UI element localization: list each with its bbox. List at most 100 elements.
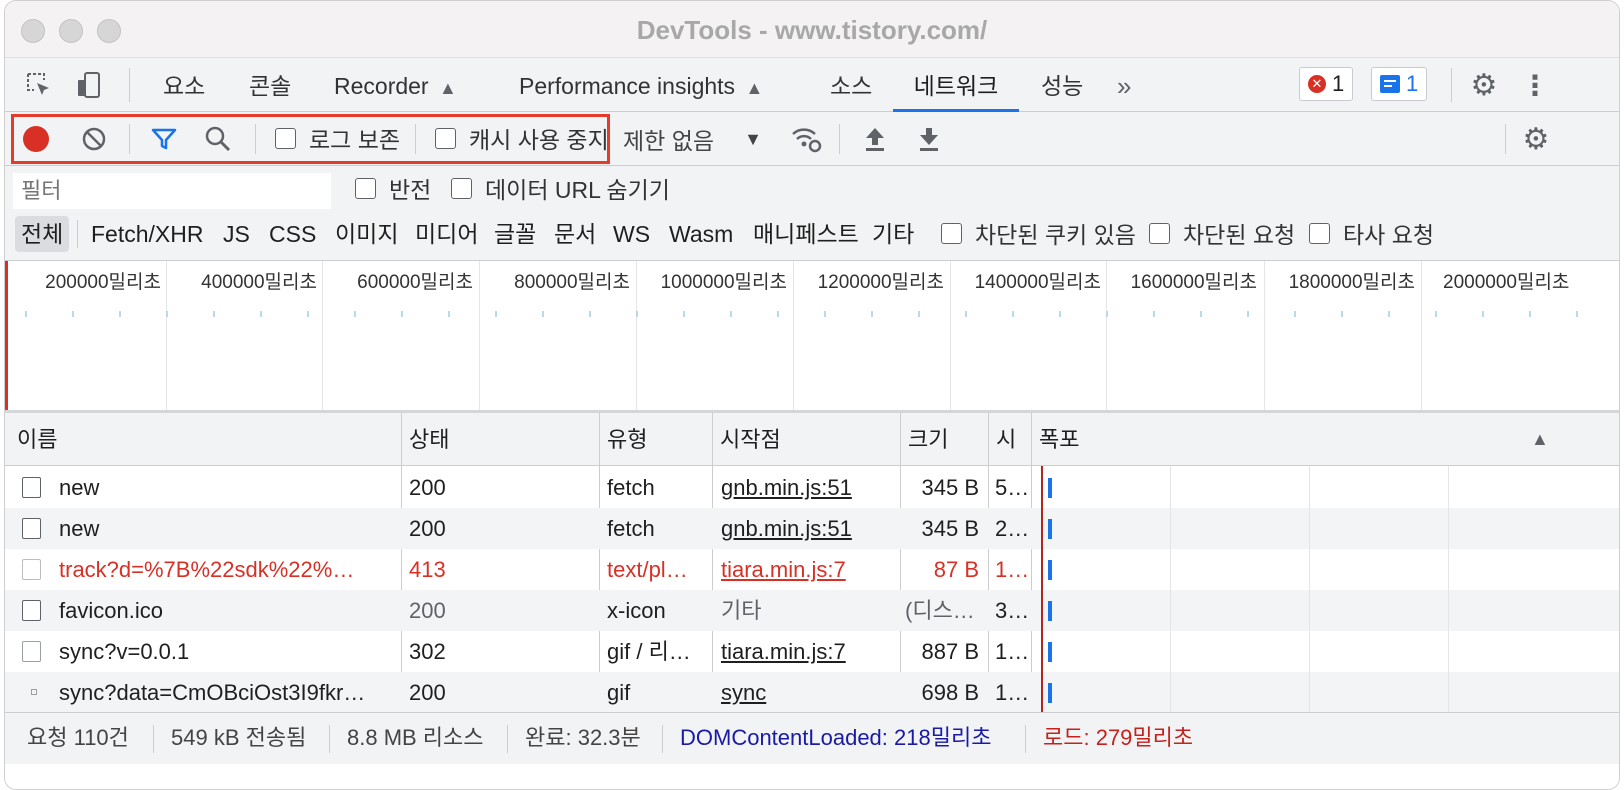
table-row[interactable]: new 200 fetch gnb.min.js:51 345 B 2…	[5, 508, 1619, 549]
import-har-upload-icon[interactable]	[861, 122, 889, 156]
more-options-kebab-icon[interactable]: ⋮	[1521, 68, 1549, 102]
request-type: fetch	[607, 475, 655, 500]
timeline-tick	[824, 311, 826, 317]
network-conditions-icon[interactable]	[789, 122, 823, 156]
sort-ascending-icon[interactable]: ▲	[1523, 413, 1549, 466]
table-row[interactable]: sync?data=CmOBciOst3I9fkr… 200 gif sync …	[5, 672, 1619, 713]
table-row[interactable]: sync?v=0.0.1 302 gif / 리… tiara.min.js:7…	[5, 631, 1619, 672]
chevron-down-icon[interactable]: ▼	[743, 126, 763, 152]
timeline-tick	[25, 311, 27, 317]
more-tabs-chevron-icon[interactable]: »	[1117, 58, 1131, 112]
tab-sources[interactable]: 소스	[830, 58, 872, 112]
throttling-select[interactable]: 제한 없음	[623, 122, 714, 156]
filter-type-css[interactable]: CSS	[269, 216, 316, 252]
request-type: x-icon	[607, 598, 666, 623]
column-type[interactable]: 유형	[599, 413, 647, 466]
request-status: 413	[409, 557, 446, 582]
column-status[interactable]: 상태	[401, 413, 449, 466]
error-count-badge[interactable]: ✕ 1	[1299, 67, 1354, 101]
title-bar: DevTools - www.tistory.com/	[5, 1, 1619, 58]
third-party-checkbox[interactable]	[1309, 223, 1330, 244]
request-initiator-link[interactable]: tiara.min.js:7	[721, 549, 891, 590]
timeline-label: 200000밀리초	[45, 272, 161, 293]
separator	[662, 725, 663, 753]
tab-recorder[interactable]: Recorder ▲	[334, 58, 457, 112]
table-row[interactable]: new 200 fetch gnb.min.js:51 345 B 5…	[5, 467, 1619, 508]
file-icon	[22, 641, 41, 662]
waterfall-bar	[1048, 478, 1052, 498]
column-time[interactable]: 시	[988, 413, 1016, 466]
settings-gear-icon[interactable]: ⚙	[1467, 68, 1501, 102]
request-size: (디스…	[905, 598, 975, 623]
request-time: 1…	[995, 639, 1029, 664]
hide-data-urls-checkbox[interactable]	[451, 178, 472, 199]
request-initiator-link[interactable]: gnb.min.js:51	[721, 467, 891, 508]
timeline-tick	[683, 311, 685, 317]
filter-type-doc[interactable]: 문서	[554, 216, 596, 252]
finish-time: 완료: 32.3분	[525, 725, 641, 750]
message-count-badge[interactable]: 1	[1371, 67, 1428, 101]
filter-type-fetch-xhr[interactable]: Fetch/XHR	[91, 216, 203, 252]
tab-performance[interactable]: 성능	[1041, 58, 1083, 112]
filter-bar: 반전 데이터 URL 숨기기 전체 Fetch/XHR JS CSS 이미지 미…	[5, 166, 1619, 261]
column-size[interactable]: 크기	[900, 413, 948, 466]
timeline-tick	[871, 311, 873, 317]
device-toolbar-icon[interactable]	[73, 69, 105, 101]
timeline-tick	[401, 311, 403, 317]
request-count: 요청 110건	[27, 725, 129, 750]
timeline-tick	[1012, 311, 1014, 317]
request-type: gif / 리…	[607, 639, 691, 664]
filter-type-wasm[interactable]: Wasm	[669, 216, 733, 252]
load-time: 로드: 279밀리초	[1043, 725, 1194, 750]
grid-line	[166, 261, 167, 410]
request-initiator-link[interactable]: tiara.min.js:7	[721, 631, 891, 672]
grid-line	[950, 261, 951, 410]
grid-line	[636, 261, 637, 410]
grid-line	[793, 261, 794, 410]
timeline-tick	[1529, 311, 1531, 317]
tab-performance-insights[interactable]: Performance insights ▲	[519, 58, 763, 112]
tab-elements[interactable]: 요소	[163, 58, 205, 112]
column-waterfall[interactable]: 폭포	[1031, 413, 1079, 466]
network-settings-gear-icon[interactable]: ⚙	[1519, 122, 1553, 156]
highlight-box	[11, 114, 610, 164]
request-type: fetch	[607, 516, 655, 541]
blocked-cookies-checkbox[interactable]	[941, 223, 962, 244]
filter-type-image[interactable]: 이미지	[335, 216, 398, 252]
export-har-download-icon[interactable]	[915, 122, 943, 156]
filter-type-js[interactable]: JS	[223, 216, 250, 252]
request-initiator: 기타	[721, 598, 762, 623]
tab-network[interactable]: 네트워크	[893, 58, 1019, 112]
request-initiator-link[interactable]: sync	[721, 672, 891, 713]
timeline-tick	[166, 311, 168, 317]
tab-console[interactable]: 콘솔	[249, 58, 291, 112]
timeline-tick	[589, 311, 591, 317]
waterfall-bar	[1048, 560, 1052, 580]
separator	[129, 68, 130, 102]
column-name[interactable]: 이름	[9, 413, 57, 466]
blocked-requests-checkbox[interactable]	[1149, 223, 1170, 244]
waterfall-grid-line	[1448, 466, 1449, 712]
inspect-element-icon[interactable]	[23, 69, 55, 101]
filter-type-manifest[interactable]: 매니페스트	[753, 216, 859, 252]
filter-type-all[interactable]: 전체	[15, 216, 70, 252]
timeline-tick	[636, 311, 638, 317]
grid-line	[1106, 261, 1107, 410]
dom-content-loaded: DOMContentLoaded: 218밀리초	[680, 725, 992, 750]
filter-type-other[interactable]: 기타	[872, 216, 914, 252]
table-row-error[interactable]: track?d=%7B%22sdk%22%… 413 text/pl… tiar…	[5, 549, 1619, 590]
main-tab-bar: 요소 콘솔 Recorder ▲ Performance insights ▲ …	[5, 58, 1619, 112]
filter-type-media[interactable]: 미디어	[415, 216, 478, 252]
filter-type-ws[interactable]: WS	[613, 216, 650, 252]
request-size: 698 B	[921, 680, 980, 705]
filter-type-font[interactable]: 글꼴	[494, 216, 536, 252]
waterfall-grid-line	[1170, 466, 1171, 712]
overview-timeline[interactable]: 200000밀리초 400000밀리초 600000밀리초 800000밀리초 …	[5, 261, 1619, 413]
filter-input[interactable]	[13, 173, 331, 209]
column-initiator[interactable]: 시작점	[712, 413, 781, 466]
request-initiator-link[interactable]: gnb.min.js:51	[721, 508, 891, 549]
timeline-tick	[1059, 311, 1061, 317]
request-size: 345 B	[921, 516, 980, 541]
table-row[interactable]: favicon.ico 200 x-icon 기타 (디스… 3…	[5, 590, 1619, 631]
invert-checkbox[interactable]	[355, 178, 376, 199]
